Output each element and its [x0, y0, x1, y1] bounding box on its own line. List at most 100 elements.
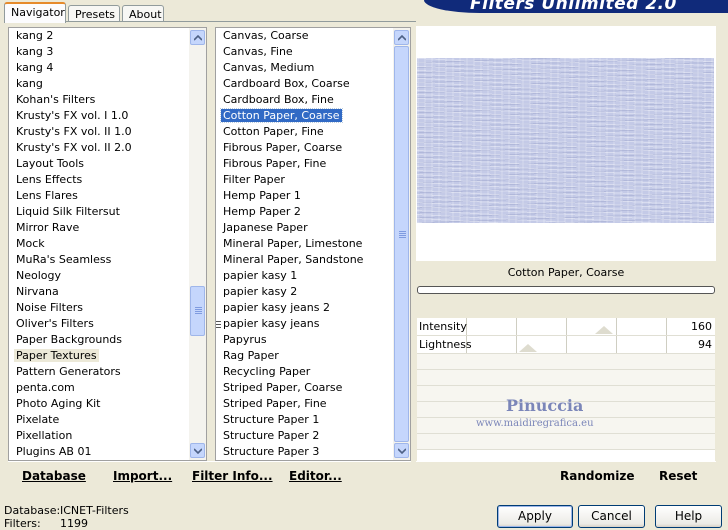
list-item[interactable]: Canvas, Coarse	[216, 28, 393, 44]
list-item[interactable]: Lens Effects	[9, 172, 189, 188]
parameters-area: Intensity 160 Lightness 94 Pinuccia www.…	[417, 318, 715, 461]
preview-area	[416, 26, 716, 261]
list-item[interactable]: Nirvana	[9, 284, 189, 300]
filter-scroll-up-button[interactable]	[394, 30, 409, 45]
tab-about[interactable]: About	[122, 5, 164, 22]
list-item[interactable]: Lens Flares	[9, 188, 189, 204]
list-item[interactable]: Cotton Paper, Fine	[216, 124, 393, 140]
list-item[interactable]: papier kasy 1	[216, 268, 393, 284]
list-item-label: Hemp Paper 2	[223, 205, 301, 218]
reset-button[interactable]: Reset	[659, 462, 697, 490]
arrow-down-icon	[397, 447, 406, 454]
list-item[interactable]: Paper Backgrounds	[9, 332, 189, 348]
database-button[interactable]: Database	[22, 462, 86, 490]
list-item-label: Photo Aging Kit	[16, 397, 101, 410]
filter-scroll-down-button[interactable]	[394, 443, 409, 458]
list-item[interactable]: Krusty's FX vol. II 1.0	[9, 124, 189, 140]
list-item[interactable]: papier kasy jeans 2	[216, 300, 393, 316]
list-item-label: Structure Paper 2	[223, 429, 320, 442]
help-button[interactable]: Help	[655, 505, 722, 528]
list-item[interactable]: Recycling Paper	[216, 364, 393, 380]
list-item[interactable]: Krusty's FX vol. I 1.0	[9, 108, 189, 124]
list-item[interactable]: MuRa's Seamless	[9, 252, 189, 268]
list-item[interactable]: Oliver's Filters	[9, 316, 189, 332]
list-item[interactable]: Plugins AB 01	[9, 444, 189, 460]
param-row-empty	[417, 434, 715, 450]
apply-button[interactable]: Apply	[497, 505, 573, 528]
list-item-label: Rag Paper	[223, 349, 279, 362]
category-scroll-up-button[interactable]	[190, 30, 205, 45]
list-item[interactable]: Fibrous Paper, Fine	[216, 156, 393, 172]
list-item-label: Oliver's Filters	[16, 317, 94, 330]
arrow-up-icon	[397, 34, 406, 41]
import-button[interactable]: Import...	[113, 462, 172, 490]
filter-scroll-thumb[interactable]	[394, 46, 409, 442]
randomize-button[interactable]: Randomize	[560, 462, 634, 490]
list-item[interactable]: Structure Paper 2	[216, 428, 393, 444]
list-item[interactable]: Striped Paper, Coarse	[216, 380, 393, 396]
list-item[interactable]: Layout Tools	[9, 156, 189, 172]
list-item[interactable]: Fibrous Paper, Coarse	[216, 140, 393, 156]
list-item[interactable]: Photo Aging Kit	[9, 396, 189, 412]
param-row-intensity[interactable]: Intensity 160	[417, 318, 715, 336]
lightness-slider-marker[interactable]	[519, 344, 537, 352]
category-scroll-thumb[interactable]	[190, 286, 205, 336]
list-item[interactable]: Pixellation	[9, 428, 189, 444]
filter-scrollbar[interactable]	[393, 28, 410, 460]
list-item-label: Kohan's Filters	[16, 93, 96, 106]
list-item[interactable]: Hemp Paper 2	[216, 204, 393, 220]
list-item[interactable]: Liquid Silk Filtersut	[9, 204, 189, 220]
list-item[interactable]: Pattern Generators	[9, 364, 189, 380]
tab-presets[interactable]: Presets	[68, 5, 120, 22]
filters-unlimited-banner: Filters Unlimited 2.0	[424, 0, 728, 13]
list-item-label: Pattern Generators	[16, 365, 121, 378]
list-item[interactable]: Paper Textures	[9, 348, 189, 364]
list-item[interactable]: Structure Paper 1	[216, 412, 393, 428]
cancel-button[interactable]: Cancel	[578, 505, 645, 528]
list-item[interactable]: Structure Paper 3	[216, 444, 393, 460]
param-row-lightness[interactable]: Lightness 94	[417, 336, 715, 354]
list-item[interactable]: Striped Paper, Fine	[216, 396, 393, 412]
list-item[interactable]: Cardboard Box, Fine	[216, 92, 393, 108]
list-item[interactable]: Canvas, Fine	[216, 44, 393, 60]
list-item[interactable]: Mock	[9, 236, 189, 252]
category-scrollbar[interactable]	[189, 28, 206, 460]
category-list[interactable]: kang 2 kang 3 kang 4 kang Kohan's Filters Kru…	[9, 28, 189, 460]
intensity-slider-marker[interactable]	[595, 326, 613, 334]
list-item-label: papier kasy 1	[223, 269, 298, 282]
list-item[interactable]: Japanese Paper	[216, 220, 393, 236]
list-item[interactable]: papier kasy jeans	[216, 316, 393, 332]
tab-navigator[interactable]: Navigator	[4, 2, 66, 23]
list-item[interactable]: kang 4	[9, 60, 189, 76]
filter-info-button[interactable]: Filter Info...	[192, 462, 273, 490]
list-item-label: papier kasy 2	[223, 285, 298, 298]
list-item[interactable]: Krusty's FX vol. II 2.0	[9, 140, 189, 156]
list-item[interactable]: kang	[9, 76, 189, 92]
list-item[interactable]: Mineral Paper, Sandstone	[216, 252, 393, 268]
watermark-site: www.maidiregrafica.eu	[476, 418, 594, 429]
list-item[interactable]: papier kasy 2	[216, 284, 393, 300]
list-item[interactable]: Pixelate	[9, 412, 189, 428]
list-item[interactable]: Mineral Paper, Limestone	[216, 236, 393, 252]
list-item-label: Papyrus	[223, 333, 267, 346]
list-item[interactable]: Noise Filters	[9, 300, 189, 316]
category-scroll-down-button[interactable]	[190, 443, 205, 458]
list-item[interactable]: Hemp Paper 1	[216, 188, 393, 204]
list-item[interactable]: kang 3	[9, 44, 189, 60]
list-item[interactable]: penta.com	[9, 380, 189, 396]
list-item-label: Pixellation	[16, 429, 73, 442]
list-item[interactable]: Cotton Paper, Coarse	[216, 108, 393, 124]
list-item[interactable]: Kohan's Filters	[9, 92, 189, 108]
list-item[interactable]: Papyrus	[216, 332, 393, 348]
list-item[interactable]: Cardboard Box, Coarse	[216, 76, 393, 92]
list-item[interactable]: Canvas, Medium	[216, 60, 393, 76]
list-item-label: Filter Paper	[223, 173, 285, 186]
list-item[interactable]: kang 2	[9, 28, 189, 44]
list-item-label: kang	[16, 77, 43, 90]
list-item[interactable]: Neology	[9, 268, 189, 284]
editor-button[interactable]: Editor...	[289, 462, 342, 490]
list-item[interactable]: Filter Paper	[216, 172, 393, 188]
filter-list[interactable]: Canvas, Coarse Canvas, Fine Canvas, Medium…	[216, 28, 393, 460]
list-item[interactable]: Mirror Rave	[9, 220, 189, 236]
list-item[interactable]: Rag Paper	[216, 348, 393, 364]
